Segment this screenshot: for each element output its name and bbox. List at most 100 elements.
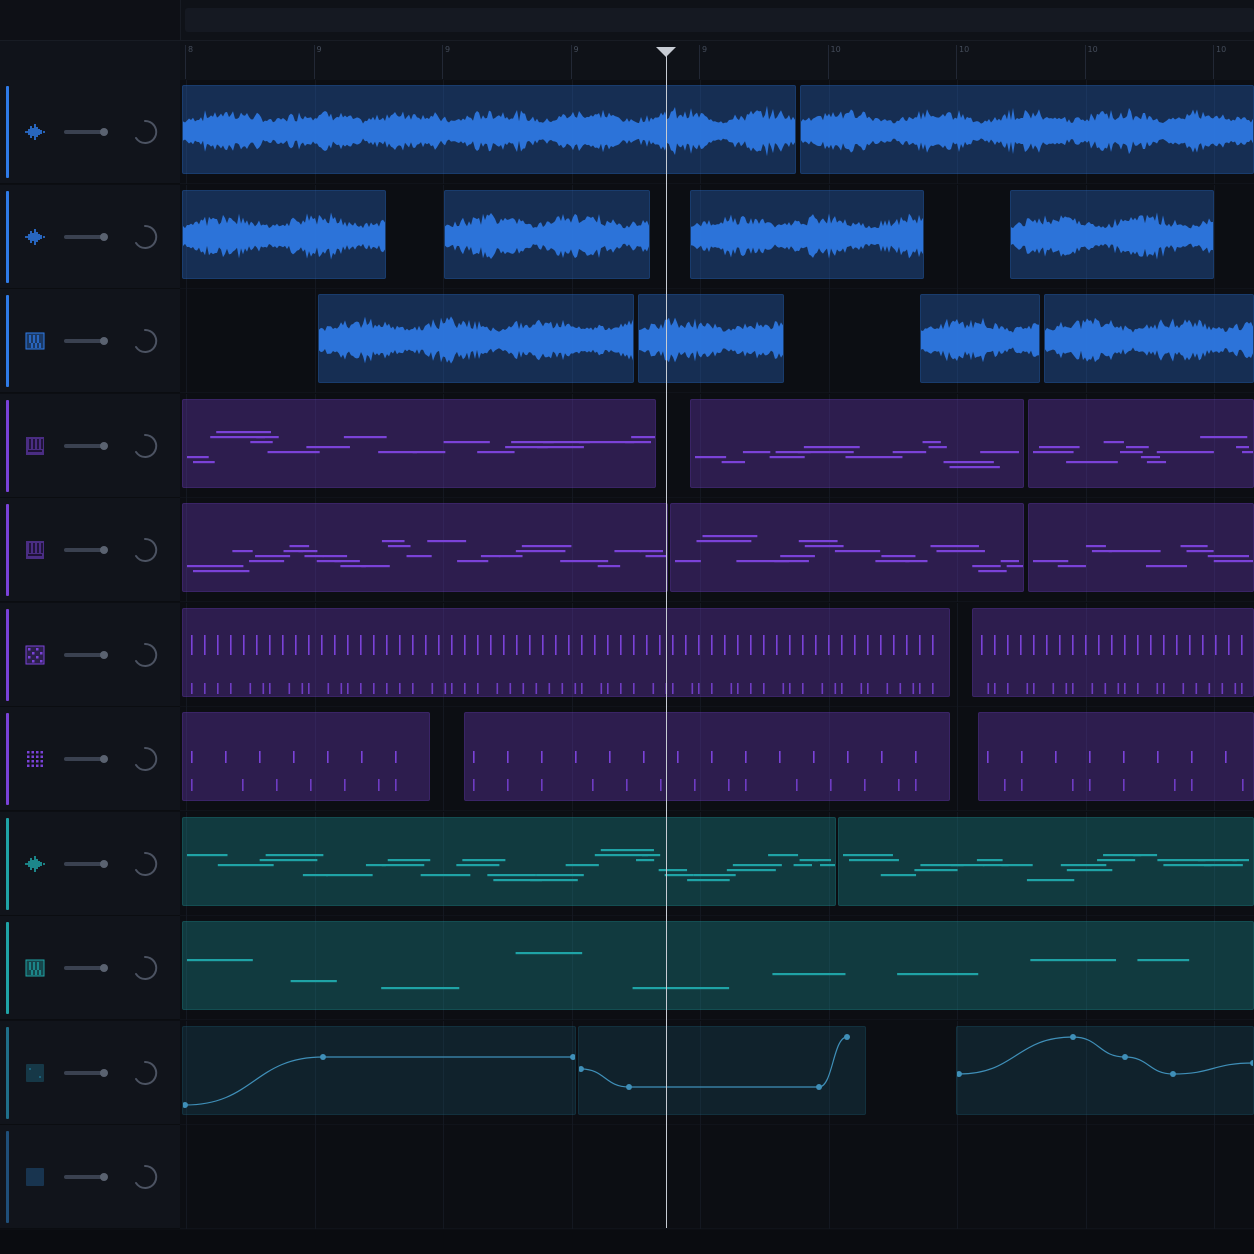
track-header[interactable] (0, 707, 180, 811)
volume-fader[interactable] (64, 859, 108, 868)
volume-fader[interactable] (64, 1173, 108, 1181)
playhead-line[interactable] (666, 48, 667, 1228)
drum-hit (994, 682, 996, 694)
midi-clip[interactable] (838, 816, 1254, 906)
audio-clip[interactable] (638, 294, 784, 383)
audio-clip[interactable] (1044, 294, 1254, 383)
track-header[interactable] (0, 1125, 180, 1229)
volume-fader[interactable] (64, 546, 108, 554)
track-header[interactable] (0, 602, 180, 707)
volume-fader[interactable] (64, 441, 108, 450)
pan-knob-icon[interactable] (132, 433, 158, 459)
track-lane[interactable] (180, 393, 1254, 498)
track-lane[interactable] (180, 80, 1254, 184)
track-lane[interactable] (180, 1020, 1254, 1125)
track-header[interactable] (0, 811, 180, 916)
drum-hit (269, 682, 271, 694)
track-lane[interactable] (180, 707, 1254, 811)
midi-clip[interactable] (464, 712, 950, 801)
pan-knob-icon[interactable] (132, 1060, 158, 1086)
volume-fader[interactable] (64, 755, 108, 763)
track-header[interactable] (0, 289, 180, 393)
pan-knob-icon[interactable] (132, 746, 158, 772)
pan-knob-icon[interactable] (132, 119, 158, 145)
audio-clip[interactable] (1010, 189, 1214, 279)
audio-clip[interactable] (690, 189, 924, 279)
volume-fader[interactable] (64, 650, 108, 659)
volume-fader[interactable] (64, 232, 108, 241)
midi-note (1146, 460, 1167, 463)
audio-clip[interactable] (318, 294, 634, 383)
automation-clip[interactable] (578, 1025, 866, 1115)
automation-point[interactable] (183, 1101, 188, 1108)
track-lane[interactable] (180, 184, 1254, 289)
track-header[interactable] (0, 1020, 180, 1125)
automation-point[interactable] (320, 1053, 326, 1060)
track-header[interactable] (0, 498, 180, 602)
midi-clip[interactable] (1028, 503, 1254, 592)
midi-clip[interactable] (182, 816, 836, 906)
drum-hit (745, 779, 747, 791)
pan-knob-icon[interactable] (132, 224, 158, 250)
track-lane[interactable] (180, 1125, 1254, 1229)
midi-clip[interactable] (182, 503, 668, 592)
track-lane[interactable] (180, 811, 1254, 916)
arrangement-lanes[interactable] (180, 80, 1254, 1230)
midi-note (1103, 440, 1124, 443)
automation-point[interactable] (1122, 1053, 1128, 1060)
automation-curve[interactable] (184, 1055, 573, 1106)
drum-hit (1059, 634, 1061, 655)
automation-point[interactable] (844, 1033, 850, 1040)
automation-clip[interactable] (182, 1025, 576, 1115)
audio-clip[interactable] (182, 189, 386, 279)
track-lane[interactable] (180, 289, 1254, 393)
midi-clip[interactable] (670, 503, 1024, 592)
midi-clip[interactable] (182, 398, 656, 488)
pan-knob-icon[interactable] (132, 328, 158, 354)
track-lane[interactable] (180, 602, 1254, 707)
keys-icon (24, 330, 46, 352)
volume-fader[interactable] (64, 1068, 108, 1077)
pan-knob-icon[interactable] (132, 851, 158, 877)
automation-point[interactable] (1170, 1070, 1176, 1077)
midi-clip[interactable] (182, 921, 1254, 1010)
midi-clip[interactable] (978, 712, 1254, 801)
horizontal-scrollbar[interactable] (185, 8, 1254, 32)
automation-point[interactable] (626, 1083, 632, 1090)
audio-clip[interactable] (444, 189, 650, 279)
volume-fader[interactable] (64, 128, 108, 136)
automation-clip[interactable] (956, 1025, 1254, 1115)
automation-curve[interactable] (958, 1035, 1253, 1075)
track-lane[interactable] (180, 916, 1254, 1020)
midi-note (343, 435, 387, 438)
midi-clip[interactable] (972, 607, 1254, 697)
audio-clip[interactable] (182, 85, 796, 174)
automation-point[interactable] (816, 1083, 822, 1090)
track-header[interactable] (0, 80, 180, 184)
automation-point[interactable] (1250, 1059, 1254, 1066)
automation-curve[interactable] (580, 1035, 848, 1088)
pan-knob-icon[interactable] (132, 1164, 158, 1190)
track-header[interactable] (0, 393, 180, 498)
timeline-ruler[interactable]: 899991010101010 (180, 40, 1254, 82)
pan-knob-icon[interactable] (132, 955, 158, 981)
automation-point[interactable] (957, 1070, 962, 1077)
drum-hit (464, 682, 466, 694)
automation-point[interactable] (1070, 1033, 1076, 1040)
track-lane[interactable] (180, 498, 1254, 602)
volume-fader[interactable] (64, 964, 108, 972)
midi-clip[interactable] (182, 712, 430, 801)
midi-clip[interactable] (690, 398, 1024, 488)
pan-knob-icon[interactable] (132, 642, 158, 668)
track-header[interactable] (0, 184, 180, 289)
automation-point[interactable] (570, 1053, 576, 1060)
track-header[interactable] (0, 916, 180, 1020)
audio-clip[interactable] (800, 85, 1254, 174)
waveform-shape (1011, 211, 1213, 260)
pan-knob-icon[interactable] (132, 537, 158, 563)
automation-point[interactable] (579, 1065, 584, 1072)
midi-clip[interactable] (1028, 398, 1254, 488)
audio-clip[interactable] (920, 294, 1040, 383)
midi-clip[interactable] (182, 607, 950, 697)
volume-fader[interactable] (64, 337, 108, 345)
